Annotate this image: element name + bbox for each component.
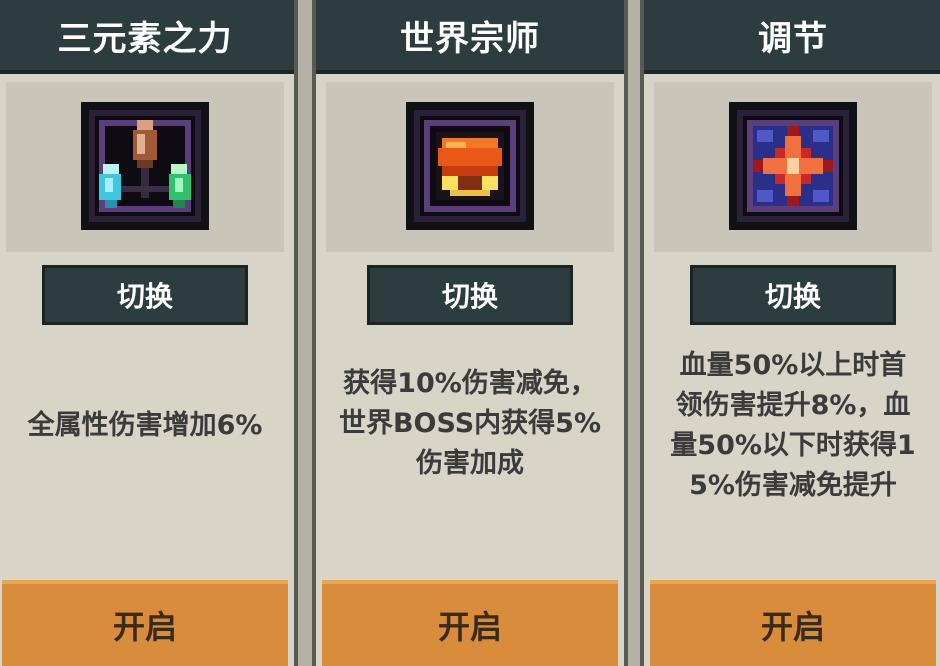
talent-description: 获得10%伤害减免， 世界BOSS内获得5% 伤害加成 xyxy=(316,364,624,484)
card-title: 调节 xyxy=(758,18,828,59)
icon-panel xyxy=(654,82,932,252)
description-line: 5%伤害减免提升 xyxy=(689,470,897,501)
card-header: 三元素之力 xyxy=(0,0,294,74)
description-line: 世界BOSS内获得5% xyxy=(338,408,602,439)
talent-description: 全属性伤害增加6% xyxy=(0,406,294,446)
description-line: 量50%以下时获得1 xyxy=(670,430,916,461)
open-button[interactable]: 开启 xyxy=(2,580,288,666)
adjust-icon xyxy=(729,102,857,230)
talent-card-adjust: 调节 切换 血量50%以上时首 领伤害提升8%，血 量50%以下时获得1 5%伤… xyxy=(640,0,940,666)
switch-button[interactable]: 切换 xyxy=(42,265,248,325)
switch-label: 切换 xyxy=(764,280,821,313)
card-header: 世界宗师 xyxy=(316,0,624,74)
switch-label: 切换 xyxy=(441,280,498,313)
switch-button[interactable]: 切换 xyxy=(690,265,896,325)
three-elements-icon xyxy=(81,102,209,230)
talent-card-three-elements: 三元素之力 切换 全属性伤害增加6% 开启 xyxy=(0,0,298,666)
talent-description: 血量50%以上时首 领伤害提升8%，血 量50%以下时获得1 5%伤害减免提升 xyxy=(644,346,940,506)
switch-button[interactable]: 切换 xyxy=(367,265,573,325)
description-line: 全属性伤害增加6% xyxy=(27,410,263,441)
open-label: 开启 xyxy=(437,608,502,646)
switch-label: 切换 xyxy=(116,280,173,313)
open-button[interactable]: 开启 xyxy=(650,580,936,666)
card-divider xyxy=(298,0,312,666)
world-master-icon xyxy=(406,102,534,230)
icon-panel xyxy=(326,82,614,252)
description-line: 血量50%以上时首 xyxy=(679,350,907,381)
open-label: 开启 xyxy=(760,608,825,646)
card-title: 三元素之力 xyxy=(57,18,233,59)
description-line: 伤害加成 xyxy=(416,448,524,479)
open-label: 开启 xyxy=(112,608,177,646)
talent-cards: 三元素之力 切换 全属性伤害增加6% 开启 世界宗师 切换 获得10%伤害减免，… xyxy=(0,0,940,666)
open-button[interactable]: 开启 xyxy=(322,580,618,666)
description-line: 领伤害提升8%，血 xyxy=(675,390,911,421)
talent-card-world-master: 世界宗师 切换 获得10%伤害减免， 世界BOSS内获得5% 伤害加成 开启 xyxy=(312,0,628,666)
card-header: 调节 xyxy=(644,0,940,74)
icon-panel xyxy=(6,82,284,252)
card-title: 世界宗师 xyxy=(400,18,540,59)
description-line: 获得10%伤害减免， xyxy=(343,368,597,399)
